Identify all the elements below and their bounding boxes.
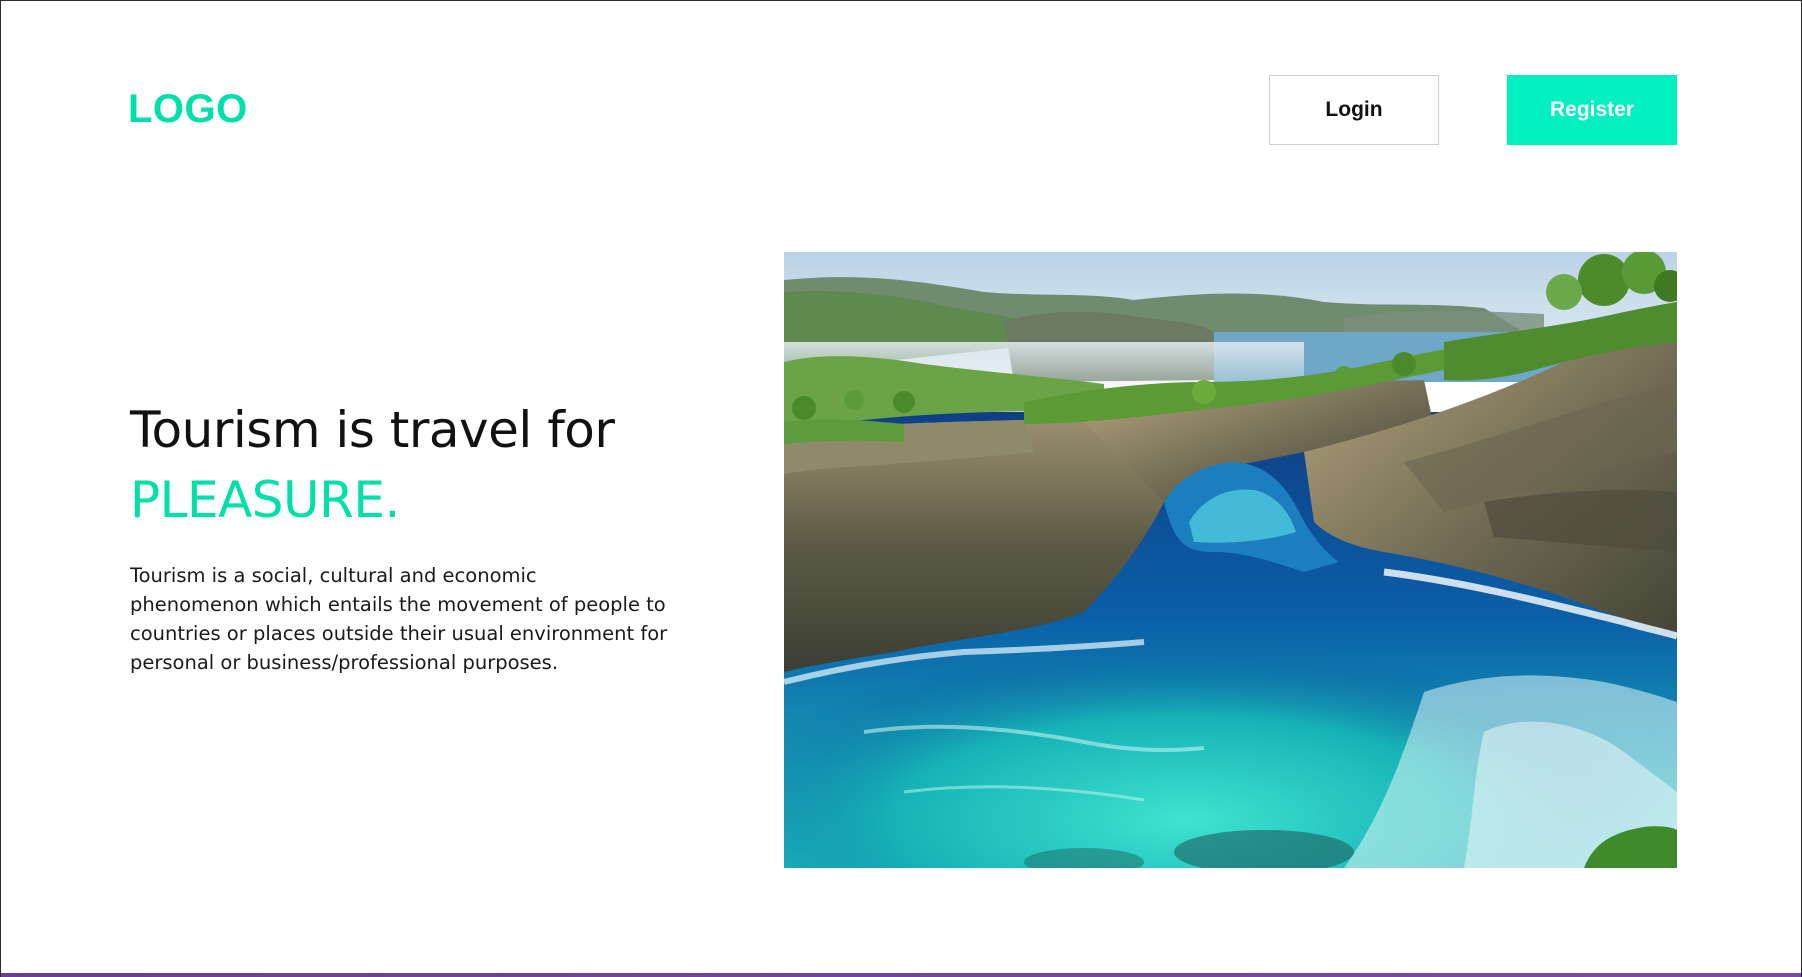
page-frame: LOGO Login Register Tourism is travel fo… <box>0 0 1802 977</box>
hero-photo <box>784 252 1677 868</box>
login-button[interactable]: Login <box>1269 75 1439 145</box>
hero-headline-text: Tourism is travel for <box>130 401 615 459</box>
hero-headline: Tourism is travel for PLEASURE. <box>130 395 690 535</box>
bottom-accent-bar <box>1 973 1801 977</box>
hero-description: Tourism is a social, cultural and econom… <box>130 564 668 674</box>
logo[interactable]: LOGO <box>128 87 248 132</box>
sea-arch-photo-icon <box>784 252 1677 868</box>
hero-headline-accent: PLEASURE. <box>130 471 400 529</box>
hero-section: Tourism is travel for PLEASURE. Tourism … <box>130 395 690 677</box>
register-button[interactable]: Register <box>1507 75 1677 145</box>
